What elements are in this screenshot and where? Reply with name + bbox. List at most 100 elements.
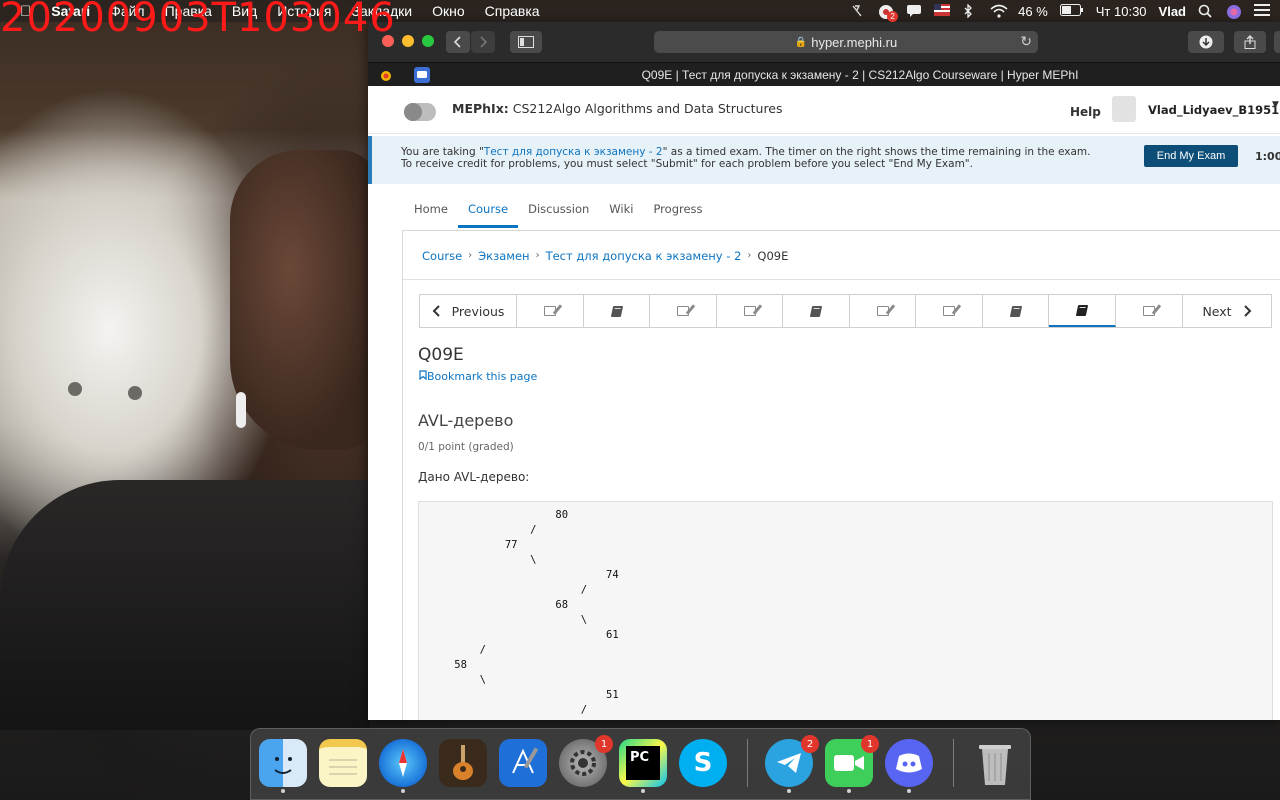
breadcrumb-test[interactable]: Тест для допуска к экзамену - 2 <box>546 249 742 263</box>
dock-trash[interactable] <box>971 739 1019 787</box>
share-button[interactable] <box>1234 31 1266 53</box>
sequence-unit-problem[interactable] <box>916 295 983 327</box>
forward-button[interactable] <box>471 31 495 53</box>
chevron-right-icon: › <box>747 250 752 261</box>
tab-discussion[interactable]: Discussion <box>528 194 589 228</box>
siri-icon[interactable] <box>1226 4 1242 19</box>
dock-separator <box>747 739 748 787</box>
previous-button[interactable]: Previous <box>420 295 517 327</box>
sequence-unit-text[interactable] <box>983 295 1049 327</box>
sequence-unit-current[interactable] <box>1049 295 1116 327</box>
dock-system-preferences[interactable]: 1 <box>559 735 613 787</box>
address-bar[interactable]: 🔒 hyper.mephi.ru ↻ <box>654 31 1038 53</box>
dock-xcode[interactable] <box>499 739 547 787</box>
running-indicator <box>401 789 405 793</box>
reload-icon[interactable]: ↻ <box>1020 33 1032 50</box>
skype-icon: S <box>693 748 713 778</box>
running-indicator <box>281 789 285 793</box>
dock-skype[interactable]: S <box>679 739 727 787</box>
bolt-icon[interactable] <box>850 4 866 18</box>
sequence-unit-problem[interactable] <box>1116 295 1183 327</box>
bookmark-button[interactable]: Bookmark this page <box>419 370 537 383</box>
dock-notes[interactable] <box>319 739 367 787</box>
dock-telegram[interactable]: 2 <box>765 735 819 793</box>
user-avatar[interactable] <box>1112 96 1136 122</box>
dock-garageband[interactable] <box>439 739 487 787</box>
notification-center-icon[interactable] <box>1254 4 1270 18</box>
discord-icon <box>896 753 922 773</box>
dock-finder[interactable] <box>259 739 307 793</box>
course-tabs: Home Course Discussion Wiki Progress <box>414 194 723 228</box>
bluetooth-icon[interactable] <box>962 3 978 19</box>
webcam-person-shirt <box>0 480 370 730</box>
tab-home[interactable]: Home <box>414 194 448 228</box>
battery-icon[interactable] <box>1059 4 1084 18</box>
pinned-tab-chat-icon[interactable] <box>414 67 430 83</box>
chevron-right-icon <box>1243 305 1251 317</box>
tab-course[interactable]: Course <box>457 194 519 228</box>
end-my-exam-button[interactable]: End My Exam <box>1144 145 1238 167</box>
chevron-right-icon: › <box>468 250 473 261</box>
sequence-unit-problem[interactable] <box>717 295 783 327</box>
webcam-person-head <box>230 150 380 450</box>
sequence-unit-problem[interactable] <box>650 295 717 327</box>
menu-help[interactable]: Справка <box>485 3 540 19</box>
chevron-right-icon <box>480 36 487 48</box>
downloads-button[interactable] <box>1188 31 1224 53</box>
dock-pycharm[interactable]: PC <box>619 739 667 793</box>
running-indicator <box>847 789 851 793</box>
spotlight-search-icon[interactable] <box>1198 4 1214 18</box>
dock-discord[interactable] <box>885 739 933 793</box>
sequence-unit-text[interactable] <box>783 295 850 327</box>
breadcrumb-course[interactable]: Course <box>422 249 462 263</box>
back-button[interactable] <box>446 31 470 53</box>
active-tab-title[interactable]: Q09E | Тест для допуска к экзамену - 2 |… <box>440 63 1280 87</box>
dock-facetime[interactable]: 1 <box>825 735 879 793</box>
notes-icon <box>329 759 357 775</box>
notification-icon[interactable]: 2 <box>878 4 899 22</box>
finder-icon <box>274 757 292 774</box>
tab-wiki[interactable]: Wiki <box>609 194 633 228</box>
sequence-unit-text[interactable] <box>584 295 650 327</box>
edit-icon <box>743 306 756 316</box>
exam-timer: 1:00: <box>1255 150 1280 163</box>
dock-badge: 1 <box>861 735 879 753</box>
chat-bubble-icon[interactable] <box>906 4 922 18</box>
chevron-left-icon <box>454 36 461 48</box>
user-name[interactable]: Vlad_Lidyaev_B19515 <box>1148 103 1280 117</box>
lock-icon: 🔒 <box>794 36 808 48</box>
next-button[interactable]: Next <box>1183 295 1271 327</box>
menu-user[interactable]: Vlad <box>1159 4 1186 19</box>
tree-text: 80 / 77 \ 74 / 68 \ 61 / 58 \ 51 / <box>454 509 619 716</box>
mephix-logo[interactable] <box>404 103 436 121</box>
course-title: MEPhIx: CS212Algo Algorithms and Data St… <box>452 101 783 116</box>
edit-icon <box>677 306 689 316</box>
menu-window[interactable]: Окно <box>432 3 465 19</box>
new-tab-button[interactable] <box>1274 31 1280 53</box>
menu-clock[interactable]: Чт 10:30 <box>1096 4 1147 19</box>
webcam-earbud <box>236 392 246 428</box>
bookmark-label: Bookmark this page <box>427 370 538 383</box>
breadcrumb-exam[interactable]: Экзамен <box>478 249 529 263</box>
address-bar-url: hyper.mephi.ru <box>811 34 898 50</box>
sequence-unit-problem[interactable] <box>850 295 916 327</box>
help-link[interactable]: Help <box>1070 105 1101 119</box>
sequence-unit-problem[interactable] <box>517 295 584 327</box>
unit-title: Q09E <box>418 345 464 365</box>
sidebar-toggle-button[interactable] <box>510 31 542 53</box>
flag-us-icon[interactable] <box>934 4 951 18</box>
exam-link[interactable]: Тест для допуска к экзамену - 2 <box>484 146 663 158</box>
tab-progress[interactable]: Progress <box>653 194 702 228</box>
pinned-tab-yandex-icon[interactable] <box>378 67 394 83</box>
course-org: MEPhIx: <box>452 101 509 116</box>
user-menu-caret-icon[interactable]: ▼ <box>1272 100 1279 110</box>
zoom-window-button[interactable] <box>422 35 434 47</box>
xcode-icon <box>512 747 539 774</box>
edit-icon <box>1143 306 1155 316</box>
breadcrumb-divider <box>403 279 1280 280</box>
dock-safari[interactable] <box>379 739 427 793</box>
minimize-window-button[interactable] <box>402 35 414 47</box>
safari-window: 🔒 hyper.mephi.ru ↻ Q09E | Тест для допус… <box>368 22 1280 720</box>
wifi-icon[interactable] <box>990 4 1008 18</box>
battery-percent: 46 % <box>1018 3 1048 19</box>
